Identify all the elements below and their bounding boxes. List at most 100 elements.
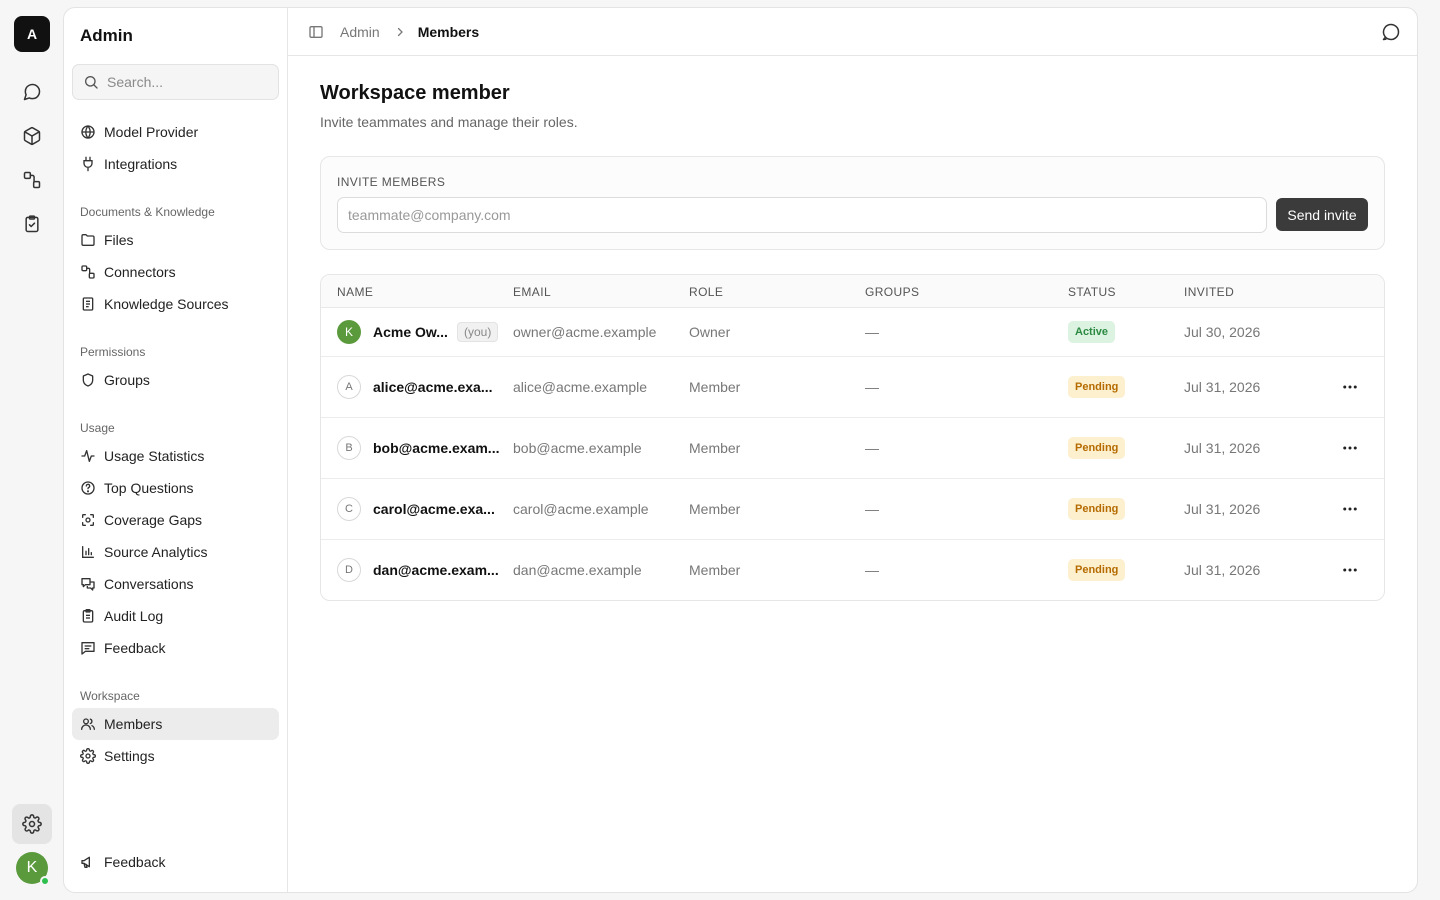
sidebar-footer-feedback[interactable]: Feedback (72, 846, 279, 878)
member-role: Member (689, 501, 741, 517)
table-header: NAME EMAIL ROLE GROUPS STATUS INVITED (321, 275, 1384, 308)
help-circle-icon (81, 481, 95, 495)
workspace-logo[interactable]: A (14, 16, 50, 52)
member-groups: — (865, 440, 879, 456)
column-header-role: ROLE (689, 285, 724, 299)
sidebar-item-model-provider[interactable]: Model Provider (72, 116, 279, 148)
message-square-icon (81, 642, 95, 655)
status-badge: Pending (1068, 559, 1126, 581)
top-bar: Admin Members (288, 8, 1417, 56)
member-role: Member (689, 379, 741, 395)
member-invited-date: Jul 31, 2026 (1184, 379, 1261, 395)
sidebar-item-coverage-gaps[interactable]: Coverage Gaps (72, 504, 279, 536)
sidebar-search[interactable]: Search... (72, 64, 279, 100)
sidebar-item-label: Feedback (104, 854, 166, 870)
sidebar-item-settings[interactable]: Settings (72, 740, 279, 772)
member-name: bob@acme.exam... (373, 440, 500, 456)
member-email: carol@acme.example (513, 501, 649, 517)
member-name: Acme Ow... (373, 324, 448, 340)
workflows-rail-button[interactable] (12, 160, 52, 200)
sidebar-item-source-analytics[interactable]: Source Analytics (72, 536, 279, 568)
member-groups: — (865, 562, 879, 578)
sidebar-item-label: Model Provider (104, 124, 199, 140)
cube-icon (23, 126, 41, 146)
member-name: dan@acme.exam... (373, 562, 499, 578)
scan-icon (82, 514, 94, 526)
member-groups: — (865, 324, 879, 340)
column-header-name: NAME (337, 285, 374, 299)
member-email: dan@acme.example (513, 562, 642, 578)
app-rail: A K (0, 0, 64, 900)
sidebar-item-label: Audit Log (104, 608, 164, 624)
sidebar-toggle-icon (309, 26, 323, 38)
sidebar-item-connectors[interactable]: Connectors (72, 256, 279, 288)
sidebar-item-label: Feedback (104, 640, 166, 656)
sidebar-section-workspace: Workspace (80, 689, 140, 703)
tasks-rail-button[interactable] (12, 204, 52, 244)
chat-bubble-icon (1382, 23, 1400, 41)
more-horizontal-icon[interactable] (1341, 500, 1359, 518)
sidebar-item-knowledge-sources[interactable]: Knowledge Sources (72, 288, 279, 320)
chat-rail-button[interactable] (12, 72, 52, 112)
table-row: B bob@acme.exam... bob@acme.example Memb… (321, 418, 1384, 479)
sidebar-item-label: Coverage Gaps (104, 512, 203, 528)
sidebar-item-files[interactable]: Files (72, 224, 279, 256)
sidebar-section-permissions: Permissions (80, 345, 146, 359)
more-horizontal-icon[interactable] (1341, 561, 1359, 579)
sidebar-item-feedback[interactable]: Feedback (72, 632, 279, 664)
members-table: NAME EMAIL ROLE GROUPS STATUS INVITED K … (320, 274, 1385, 601)
column-header-status: STATUS (1068, 285, 1116, 299)
member-name: carol@acme.exa... (373, 501, 495, 517)
models-rail-button[interactable] (12, 116, 52, 156)
bar-chart-icon (82, 546, 94, 558)
sidebar-toggle-button[interactable] (308, 24, 324, 40)
sidebar-item-label: Members (104, 716, 163, 732)
table-row: D dan@acme.exam... dan@acme.example Memb… (321, 540, 1384, 600)
sidebar-item-audit-log[interactable]: Audit Log (72, 600, 279, 632)
plug-icon (83, 156, 93, 172)
sidebar-item-usage-statistics[interactable]: Usage Statistics (72, 440, 279, 472)
sidebar-item-label: Top Questions (104, 480, 194, 496)
sidebar-item-label: Knowledge Sources (104, 296, 229, 312)
member-avatar: D (337, 558, 361, 582)
sidebar-title: Admin (80, 26, 133, 45)
status-badge: Pending (1068, 376, 1126, 398)
member-email: owner@acme.example (513, 324, 657, 340)
folder-icon (81, 234, 95, 246)
sidebar-item-label: Groups (104, 372, 150, 388)
send-invite-button[interactable]: Send invite (1276, 198, 1368, 231)
member-email: alice@acme.example (513, 379, 648, 395)
member-role: Member (689, 562, 741, 578)
breadcrumb-admin[interactable]: Admin (340, 24, 380, 40)
gear-icon (22, 814, 42, 834)
sidebar-item-integrations[interactable]: Integrations (72, 148, 279, 180)
sidebar-item-label: Conversations (104, 576, 194, 592)
search-placeholder: Search... (107, 74, 164, 90)
shield-icon (82, 373, 94, 387)
page-subtitle: Invite teammates and manage their roles. (320, 114, 578, 130)
member-avatar: B (337, 436, 361, 460)
online-status-dot (40, 876, 50, 886)
chat-button[interactable] (1381, 22, 1401, 42)
more-horizontal-icon[interactable] (1341, 378, 1359, 396)
sidebar-item-conversations[interactable]: Conversations (72, 568, 279, 600)
more-horizontal-icon[interactable] (1341, 439, 1359, 457)
member-name: alice@acme.exa... (373, 379, 493, 395)
users-icon (81, 718, 95, 730)
sidebar-item-members[interactable]: Members (72, 708, 279, 740)
you-badge: (you) (457, 322, 499, 342)
member-groups: — (865, 501, 879, 517)
invite-email-input[interactable] (337, 197, 1267, 233)
sidebar-item-label: Integrations (104, 156, 178, 172)
sidebar-item-groups[interactable]: Groups (72, 364, 279, 396)
admin-panel: Admin Search... Model Provider Integrati… (63, 7, 1418, 893)
admin-settings-rail-button[interactable] (12, 804, 52, 844)
table-row: K Acme Ow... (you) owner@acme.example Ow… (321, 308, 1384, 357)
member-invited-date: Jul 31, 2026 (1184, 501, 1261, 517)
search-icon (85, 76, 98, 89)
chevron-right-icon (394, 26, 406, 38)
megaphone-icon (81, 856, 90, 868)
member-invited-date: Jul 31, 2026 (1184, 562, 1261, 578)
chat-icon (81, 578, 95, 591)
sidebar-item-top-questions[interactable]: Top Questions (72, 472, 279, 504)
